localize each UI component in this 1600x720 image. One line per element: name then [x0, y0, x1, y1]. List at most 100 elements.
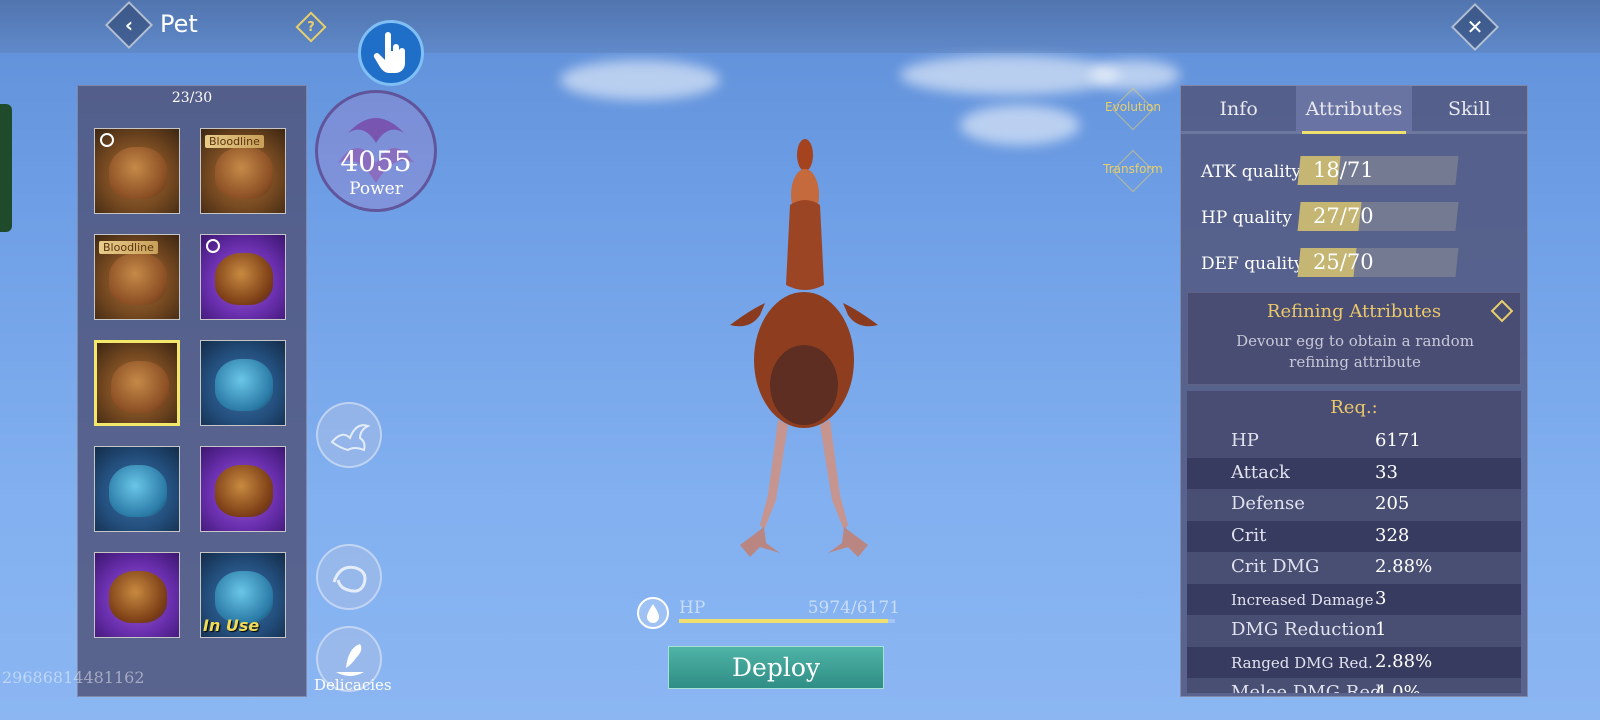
dragon-button[interactable]	[316, 544, 382, 610]
pet-portrait	[215, 465, 273, 517]
stat-name: Ranged DMG Red.	[1231, 653, 1373, 672]
pet-model	[730, 139, 878, 557]
deploy-button[interactable]: Deploy	[668, 646, 884, 689]
page-title: Pet	[160, 10, 198, 38]
power-label: Power	[349, 179, 403, 199]
close-icon: ✕	[1466, 15, 1484, 39]
player-id: 29686814481162	[2, 668, 145, 687]
pet-slot[interactable]: Bloodline	[94, 234, 180, 320]
quality-name: HP quality	[1201, 208, 1292, 228]
stat-value: 2.88%	[1375, 556, 1433, 577]
cloud	[900, 55, 1120, 95]
stat-value: 33	[1375, 461, 1398, 483]
transform-label: Transform	[1103, 162, 1163, 176]
hp-value: 5974/6171	[807, 598, 900, 618]
stat-value: 2.88%	[1375, 650, 1433, 672]
transform-button[interactable]: Transform	[1103, 148, 1163, 193]
lock-icon	[100, 133, 114, 147]
refining-section: Refining Attributes Devour egg to obtain…	[1187, 292, 1521, 385]
pet-portrait	[109, 465, 167, 517]
quality-row: HP quality 27/70	[1201, 202, 1521, 232]
in-use-label: In Use	[203, 616, 260, 635]
stat-name: Crit	[1231, 524, 1267, 546]
evolution-button[interactable]: Evolution	[1105, 86, 1161, 131]
pet-slot[interactable]	[94, 552, 180, 638]
power-value: 4055	[340, 145, 412, 178]
quality-value: 25/70	[1313, 250, 1374, 274]
pet-portrait	[215, 253, 273, 305]
stat-row: Crit 328	[1187, 520, 1521, 552]
stat-name: Crit DMG	[1231, 556, 1320, 577]
stat-name: HP	[1231, 430, 1259, 451]
quality-row: ATK quality 18/71	[1201, 156, 1521, 186]
pet-slot[interactable]	[200, 340, 286, 426]
stat-row: Increased Damage 3	[1187, 583, 1521, 615]
stat-value: 3	[1375, 587, 1387, 609]
stat-row: Defense 205	[1187, 489, 1521, 520]
stat-name: Increased Damage	[1231, 590, 1374, 609]
pet-portrait	[215, 359, 273, 411]
quality-bar: 25/70	[1297, 248, 1459, 277]
quality-bar: 27/70	[1297, 202, 1459, 231]
quality-value: 27/70	[1313, 204, 1374, 228]
hp-bar-fill	[679, 619, 889, 623]
pet-portrait	[109, 253, 167, 305]
chevron-left-icon: ‹	[124, 13, 134, 37]
stat-name: Melee DMG Red.	[1231, 682, 1388, 693]
hp-bar	[679, 619, 895, 623]
tab-skill[interactable]: Skill	[1412, 86, 1527, 131]
evolution-label: Evolution	[1105, 100, 1161, 114]
pet-roster: 23/30 Bloodline Bloodline In Use	[77, 85, 307, 697]
stat-row: DMG Reduction 1	[1187, 615, 1521, 646]
left-edge-tab[interactable]	[0, 104, 12, 232]
pet-slot[interactable]	[200, 234, 286, 320]
tab-attributes[interactable]: Attributes	[1296, 86, 1412, 134]
pet-portrait	[109, 571, 167, 623]
stat-value: 4.0%	[1375, 682, 1421, 693]
lock-icon	[206, 239, 220, 253]
delicacies-label: Delicacies	[314, 676, 392, 694]
pet-slot[interactable]	[94, 128, 180, 214]
water-drop-icon	[637, 597, 669, 629]
pet-portrait	[109, 147, 167, 199]
stat-name: DMG Reduction	[1231, 619, 1377, 640]
stat-value: 6171	[1375, 430, 1421, 451]
hp-label: HP	[679, 598, 706, 618]
stat-row: Ranged DMG Red. 2.88%	[1187, 646, 1521, 678]
quality-value: 18/71	[1313, 158, 1374, 182]
pet-portrait	[215, 147, 273, 199]
stat-value: 205	[1375, 493, 1410, 514]
refining-title: Refining Attributes	[1266, 301, 1442, 322]
bloodline-badge: Bloodline	[99, 241, 158, 254]
pet-slot[interactable]	[200, 446, 286, 532]
stat-row: HP 6171	[1187, 426, 1521, 457]
stat-value: 328	[1375, 524, 1410, 546]
quality-row: DEF quality 25/70	[1201, 248, 1521, 278]
feather-bird-button[interactable]	[316, 402, 382, 468]
stat-row: Attack 33	[1187, 457, 1521, 489]
dragon-icon	[332, 565, 367, 593]
stat-row: Crit DMG 2.88%	[1187, 552, 1521, 583]
quality-name: DEF quality	[1201, 254, 1304, 274]
quality-name: ATK quality	[1201, 162, 1302, 182]
quality-bar: 18/71	[1297, 156, 1459, 185]
tab-info[interactable]: Info	[1181, 86, 1296, 131]
stat-name: Attack	[1231, 461, 1290, 483]
roster-count: 23/30	[171, 90, 213, 106]
pet-slot[interactable]: Bloodline	[200, 128, 286, 214]
requirement-stats: Req.: HP 6171 Attack 33 Defense 205 Crit 328 Cri…	[1187, 391, 1521, 693]
cloud	[560, 60, 720, 100]
pet-slot[interactable]	[94, 446, 180, 532]
phoenix-icon	[330, 424, 371, 452]
top-bar	[0, 0, 1600, 53]
stat-value: 1	[1375, 619, 1387, 640]
req-title: Req.:	[1330, 397, 1378, 418]
pet-portrait	[111, 361, 169, 413]
bloodline-badge: Bloodline	[205, 135, 264, 148]
stat-name: Defense	[1231, 493, 1305, 514]
tab-bar: Info Attributes Skill	[1181, 86, 1527, 134]
pet-slot[interactable]: In Use	[200, 552, 286, 638]
touch-guide-button[interactable]	[358, 20, 424, 86]
pet-slot[interactable]	[94, 340, 180, 426]
attributes-panel: Info Attributes Skill ATK quality 18/71 HP…	[1180, 85, 1528, 697]
